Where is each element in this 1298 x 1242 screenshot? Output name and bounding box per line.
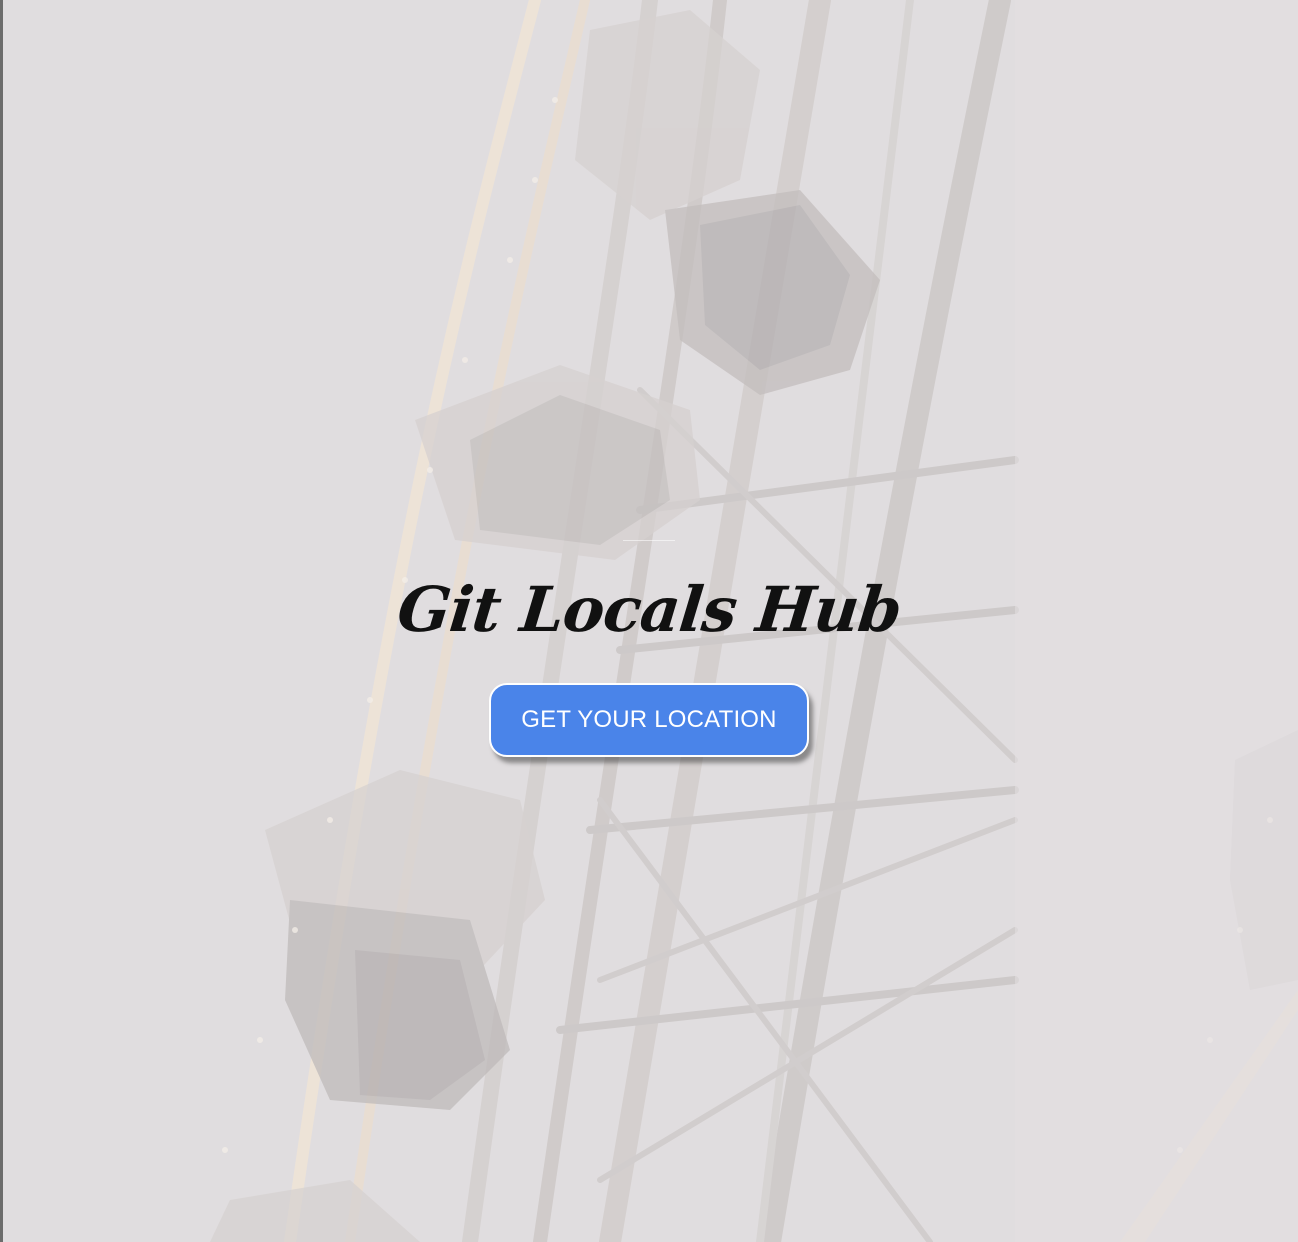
hero-section: Git Locals Hub GET YOUR LOCATION <box>0 540 1298 757</box>
get-location-button[interactable]: GET YOUR LOCATION <box>489 683 809 757</box>
landing-page: Git Locals Hub GET YOUR LOCATION <box>0 0 1298 1242</box>
app-title: Git Locals Hub <box>393 573 905 646</box>
hero-divider <box>623 540 675 541</box>
